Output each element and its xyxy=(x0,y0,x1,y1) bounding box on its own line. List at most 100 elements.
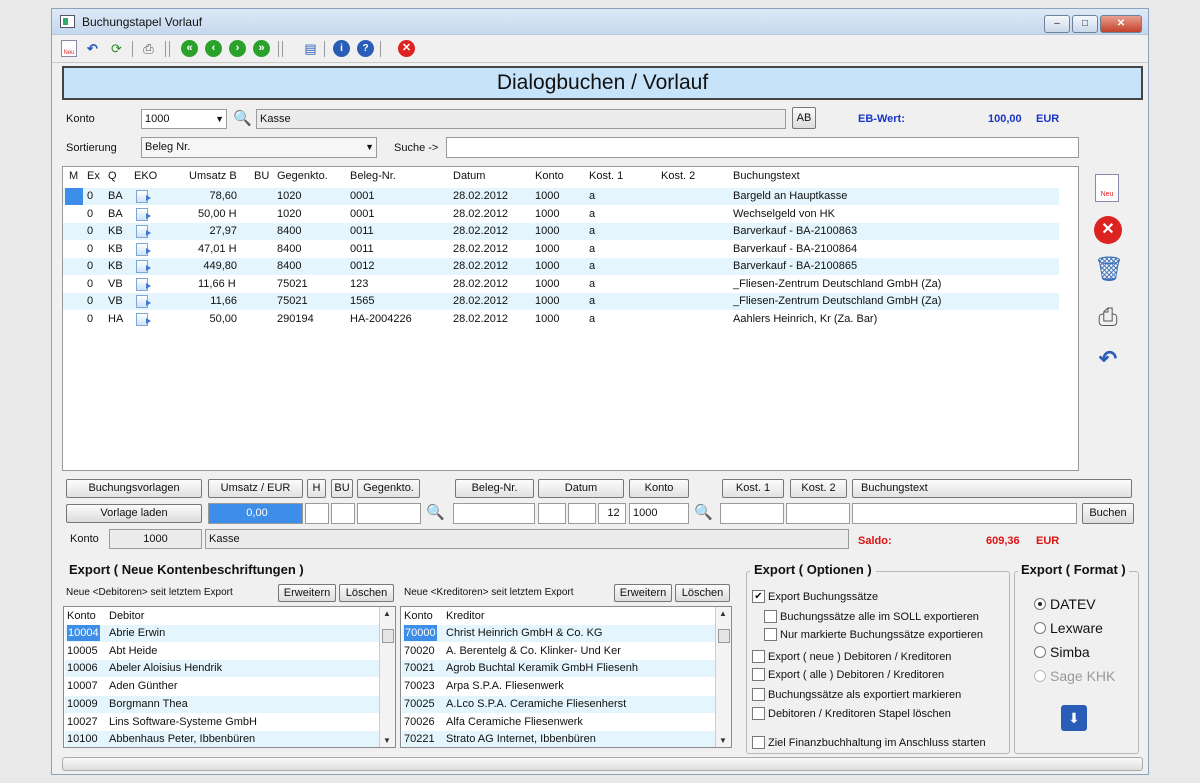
option-checkbox[interactable] xyxy=(752,650,765,663)
table-row[interactable]: 0 BA 78,60 1020 0001 28.02.2012 1000 a Bargeld a… xyxy=(63,188,1059,205)
table-row[interactable]: 0 VB 11,66 H 75021 123 28.02.2012 1000 a _Fliese… xyxy=(63,276,1059,293)
buchen-button[interactable]: Buchen xyxy=(1082,503,1134,524)
list-item[interactable]: 70000 Christ Heinrich GmbH & Co. KG xyxy=(402,625,731,642)
list-item[interactable]: 70221 Strato AG Internet, Ibbenbüren xyxy=(402,731,731,747)
col-header-beleg[interactable]: Beleg-Nr. xyxy=(350,170,396,182)
format-label[interactable]: DATEV xyxy=(1050,596,1096,612)
ab-button[interactable]: AB xyxy=(792,107,816,129)
kreditor-list[interactable]: Konto Kreditor 70000 Christ Heinrich GmbH… xyxy=(400,606,732,748)
option-checkbox[interactable] xyxy=(752,736,765,749)
list-item[interactable]: 70025 A.Lco S.P.A. Ceramiche Fliesenherst xyxy=(402,695,731,713)
list-item[interactable]: 70023 Arpa S.P.A. Fliesenwerk xyxy=(402,678,731,695)
print-icon[interactable]: ⎙ xyxy=(140,40,157,57)
debitor-scrollbar[interactable]: ▲ ▼ xyxy=(379,607,395,747)
gegenkto-input[interactable] xyxy=(357,503,421,524)
debitor-loeschen-button[interactable]: Löschen xyxy=(339,584,394,602)
kost1-input[interactable] xyxy=(720,503,784,524)
list-item[interactable]: 10100 Abbenhaus Peter, Ibbenbüren xyxy=(65,731,395,747)
option-checkbox[interactable] xyxy=(764,610,777,623)
col-header-buchungstext[interactable]: Buchungstext xyxy=(733,170,800,182)
next-record-icon[interactable]: › xyxy=(229,40,246,57)
table-row[interactable]: 0 KB 47,01 H 8400 0011 28.02.2012 1000 a Barverk… xyxy=(63,241,1059,258)
list-item[interactable]: 70020 A. Berentelg & Co. Klinker- Und Ker xyxy=(402,643,731,660)
format-radio[interactable] xyxy=(1034,598,1046,610)
printer-icon[interactable]: ⎙ xyxy=(1094,304,1122,332)
col-header-eko[interactable]: EKO xyxy=(134,170,157,182)
option-label[interactable]: Buchungssätze als exportiert markieren xyxy=(768,689,961,701)
scroll-thumb[interactable] xyxy=(718,629,730,643)
col-header-datum[interactable]: Datum xyxy=(453,170,485,182)
first-record-icon[interactable]: « xyxy=(181,40,198,57)
undo-icon[interactable]: ↶ xyxy=(84,40,101,57)
scroll-up-icon[interactable]: ▲ xyxy=(383,609,391,618)
list-item[interactable]: 10009 Borgmann Thea xyxy=(65,695,395,713)
option-label[interactable]: Buchungssätze alle im SOLL exportieren xyxy=(780,611,979,623)
search-gegenkto-icon[interactable]: 🔍 xyxy=(426,503,445,521)
option-checkbox[interactable] xyxy=(752,688,765,701)
last-record-icon[interactable]: » xyxy=(253,40,270,57)
list-item[interactable]: 10004 Abrie Erwin xyxy=(65,625,395,642)
option-label[interactable]: Nur markierte Buchungssätze exportieren xyxy=(780,629,983,641)
col-header-ex[interactable]: Ex xyxy=(87,170,100,182)
new-booking-icon[interactable]: Neu xyxy=(1095,174,1119,202)
datum-month-input[interactable]: 12 xyxy=(598,503,626,524)
list-item[interactable]: 70026 Alfa Ceramiche Fliesenwerk xyxy=(402,714,731,731)
delete-icon[interactable]: ✕ xyxy=(1094,216,1122,244)
debitor-erweitern-button[interactable]: Erweitern xyxy=(278,584,336,602)
kost2-input[interactable] xyxy=(786,503,850,524)
option-label[interactable]: Export ( alle ) Debitoren / Kreditoren xyxy=(768,669,944,681)
search-konto-entry-icon[interactable]: 🔍 xyxy=(694,503,713,521)
table-row[interactable]: 0 BA 50,00 H 1020 0001 28.02.2012 1000 a Wechsel… xyxy=(63,206,1059,223)
document-arrow-icon[interactable] xyxy=(136,312,151,326)
help-icon[interactable]: ? xyxy=(357,40,374,57)
format-radio[interactable] xyxy=(1034,646,1046,658)
bu-input[interactable] xyxy=(331,503,355,524)
search-input[interactable] xyxy=(446,137,1079,158)
exit-icon[interactable]: ✕ xyxy=(398,40,415,57)
bookings-table[interactable]: M Ex Q EKO Umsatz B BU Gegenkto. Beleg-N… xyxy=(62,166,1079,471)
list-item[interactable]: 10006 Abeler Aloisius Hendrik xyxy=(65,660,395,678)
previous-record-icon[interactable]: ‹ xyxy=(205,40,222,57)
col-header-bu[interactable]: BU xyxy=(254,170,269,182)
debitor-list[interactable]: Konto Debitor 10004 Abrie Erwin 10005 Abt H… xyxy=(63,606,396,748)
table-row[interactable]: 0 KB 27,97 8400 0011 28.02.2012 1000 a Barverkau… xyxy=(63,223,1059,240)
col-header-umsatz[interactable]: Umsatz B xyxy=(189,170,237,182)
col-header-kost1[interactable]: Kost. 1 xyxy=(589,170,623,182)
format-label[interactable]: Lexware xyxy=(1050,620,1103,636)
list-item[interactable]: 10027 Lins Software-Systeme GmbH xyxy=(65,714,395,731)
col-header-q[interactable]: Q xyxy=(108,170,117,182)
umsatz-input[interactable]: 0,00 xyxy=(208,503,303,524)
minimize-button[interactable]: – xyxy=(1044,15,1070,33)
datum-day-input[interactable] xyxy=(538,503,566,524)
scroll-thumb[interactable] xyxy=(382,629,394,643)
col-header-m[interactable]: M xyxy=(69,170,78,182)
maximize-button[interactable]: □ xyxy=(1072,15,1098,33)
option-label[interactable]: Export Buchungssätze xyxy=(768,591,878,603)
document-arrow-icon[interactable] xyxy=(136,260,151,273)
document-arrow-icon[interactable] xyxy=(136,207,151,221)
h-input[interactable] xyxy=(305,503,329,524)
new-document-icon[interactable]: Neu xyxy=(61,40,77,57)
document-arrow-icon[interactable] xyxy=(136,277,151,291)
table-row[interactable]: 0 HA 50,00 290194 HA-2004226 28.02.2012 1000 a A… xyxy=(63,311,1059,328)
book-icon[interactable]: ▤ xyxy=(302,40,319,57)
scroll-up-icon[interactable]: ▲ xyxy=(719,609,727,618)
option-label[interactable]: Debitoren / Kreditoren Stapel löschen xyxy=(768,708,951,720)
option-label[interactable]: Export ( neue ) Debitoren / Kreditoren xyxy=(768,651,951,663)
info-icon[interactable]: i xyxy=(333,40,350,57)
row-selector[interactable] xyxy=(65,188,83,205)
close-window-button[interactable]: ✕ xyxy=(1100,15,1142,33)
konto-select[interactable]: 1000 ▼ xyxy=(141,109,227,129)
kreditor-scrollbar[interactable]: ▲ ▼ xyxy=(715,607,731,747)
option-label[interactable]: Ziel Finanzbuchhaltung im Anschluss star… xyxy=(768,737,986,749)
buchungstext-input[interactable] xyxy=(852,503,1077,524)
format-label[interactable]: Simba xyxy=(1050,644,1090,660)
list-item[interactable]: 70021 Agrob Buchtal Keramik GmbH Fliesenh xyxy=(402,660,731,678)
save-export-icon[interactable]: ⬇ xyxy=(1061,705,1087,731)
scroll-down-icon[interactable]: ▼ xyxy=(719,736,727,745)
datum-spacer-input[interactable] xyxy=(568,503,596,524)
list-item[interactable]: 10005 Abt Heide xyxy=(65,643,395,660)
document-arrow-icon[interactable] xyxy=(136,225,151,238)
search-konto-icon[interactable]: 🔍 xyxy=(233,109,252,127)
format-radio[interactable] xyxy=(1034,622,1046,634)
